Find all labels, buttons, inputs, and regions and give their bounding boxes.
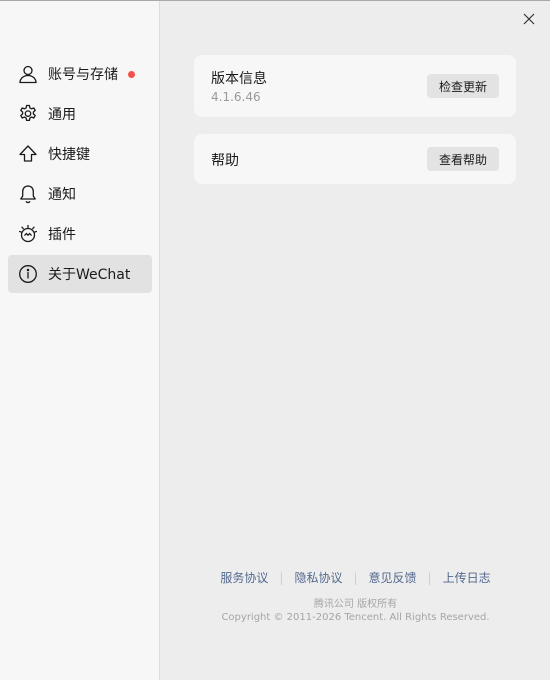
company-rights-text: 腾讯公司 版权所有 — [313, 599, 398, 610]
footer-links: 服务协议 | 隐私协议 | 意见反馈 | 上传日志 — [161, 569, 550, 586]
sidebar-item-label: 通用 — [48, 107, 76, 123]
plugin-icon — [18, 224, 38, 244]
bell-icon — [18, 184, 38, 204]
sidebar-item-label: 快捷键 — [48, 147, 90, 163]
copyright-text: Copyright © 2011-2026 Tencent. All Right… — [221, 612, 490, 623]
sidebar-nav: 账号与存储 通用 快捷键 通知 插件 关于WeChat — [8, 55, 152, 295]
settings-window: 账号与存储 通用 快捷键 通知 插件 关于WeChat 版本信息 4.1.6.4… — [0, 0, 550, 680]
gear-icon — [18, 104, 38, 124]
version-info-title: 版本信息 — [211, 71, 267, 87]
help-title: 帮助 — [211, 153, 239, 169]
sidebar-item-label: 通知 — [48, 187, 76, 203]
divider: | — [279, 571, 284, 585]
view-help-button[interactable]: 查看帮助 — [427, 147, 499, 171]
main-panel: 版本信息 4.1.6.46 检查更新 帮助 查看帮助 服务协议 | 隐私协议 | 意见反… — [161, 1, 550, 680]
info-icon — [18, 264, 38, 284]
close-icon — [523, 13, 535, 25]
sidebar-item-notifications[interactable]: 通知 — [8, 175, 152, 213]
user-icon — [18, 64, 38, 84]
sidebar-item-label: 关于WeChat — [48, 267, 131, 283]
help-card: 帮助 查看帮助 — [194, 134, 516, 184]
close-button[interactable] — [522, 11, 536, 25]
privacy-policy-link[interactable]: 隐私协议 — [294, 571, 342, 585]
check-update-button[interactable]: 检查更新 — [427, 74, 499, 98]
sidebar-item-about-wechat[interactable]: 关于WeChat — [8, 255, 152, 293]
sidebar-item-shortcuts[interactable]: 快捷键 — [8, 135, 152, 173]
version-number: 4.1.6.46 — [211, 90, 261, 104]
sidebar-item-label: 插件 — [48, 227, 76, 243]
version-info-card: 版本信息 4.1.6.46 检查更新 — [194, 55, 516, 117]
notification-badge — [128, 70, 135, 78]
sidebar-item-general[interactable]: 通用 — [8, 95, 152, 133]
sidebar-item-account-storage[interactable]: 账号与存储 — [8, 55, 152, 93]
sidebar-item-label: 账号与存储 — [48, 67, 118, 83]
sidebar: 账号与存储 通用 快捷键 通知 插件 关于WeChat — [0, 1, 160, 680]
divider: | — [353, 571, 358, 585]
arrow-up-icon — [18, 144, 38, 164]
upload-log-link[interactable]: 上传日志 — [443, 571, 491, 585]
sidebar-item-plugins[interactable]: 插件 — [8, 215, 152, 253]
divider: | — [427, 571, 432, 585]
feedback-link[interactable]: 意见反馈 — [369, 571, 417, 585]
terms-of-service-link[interactable]: 服务协议 — [220, 571, 268, 585]
